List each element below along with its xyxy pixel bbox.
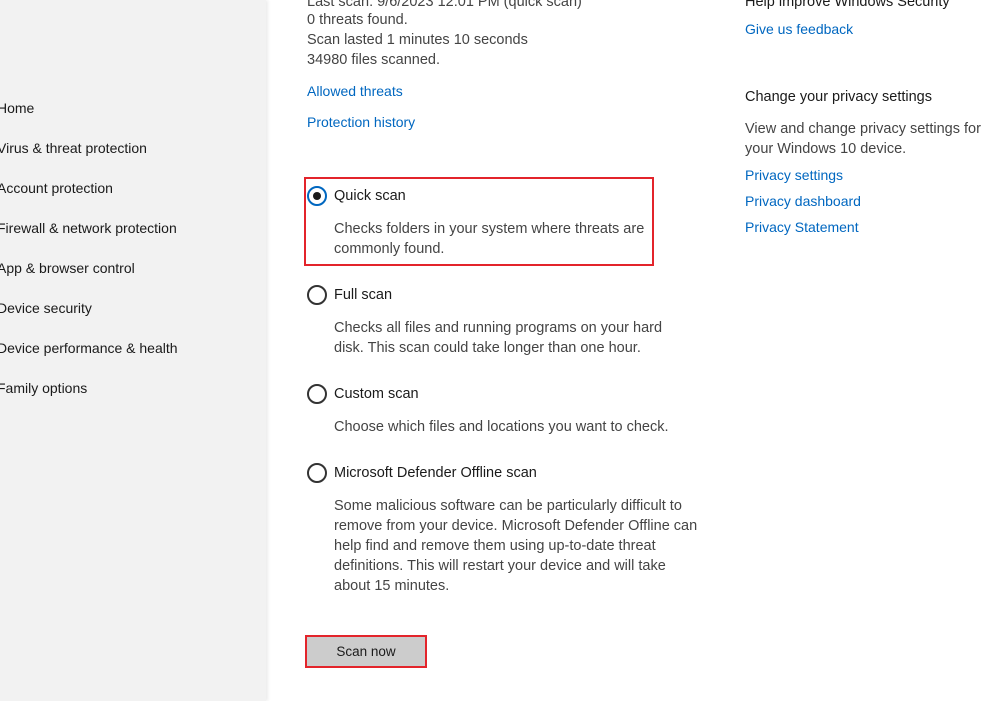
sidebar-item-family-options[interactable]: Family options <box>0 378 87 398</box>
privacy-description: View and change privacy settings for you… <box>745 121 981 157</box>
quick-scan-radio[interactable] <box>307 186 327 206</box>
sidebar-item-account-protection[interactable]: Account protection <box>0 178 113 198</box>
defender-offline-scan-description: Some malicious software can be particula… <box>334 498 698 594</box>
quick-scan-option[interactable]: Quick scan <box>307 185 406 207</box>
sidebar-item-app-browser[interactable]: App & browser control <box>0 258 135 278</box>
sidebar-item-device-security[interactable]: Device security <box>0 298 92 318</box>
protection-history-link[interactable]: Protection history <box>307 112 415 132</box>
sidebar-item-virus-threat-protection[interactable]: Virus & threat protection <box>0 138 147 158</box>
defender-offline-scan-radio[interactable] <box>307 463 327 483</box>
custom-scan-option[interactable]: Custom scan <box>307 383 419 405</box>
privacy-heading: Change your privacy settings <box>745 89 932 105</box>
sidebar-nav: Home Virus & threat protection Account p… <box>0 0 266 701</box>
privacy-statement-link[interactable]: Privacy Statement <box>745 217 859 237</box>
sidebar-item-device-performance[interactable]: Device performance & health <box>0 338 178 358</box>
privacy-dashboard-link[interactable]: Privacy dashboard <box>745 191 861 211</box>
give-feedback-link[interactable]: Give us feedback <box>745 19 853 39</box>
quick-scan-label: Quick scan <box>334 188 406 204</box>
sidebar-item-home[interactable]: Home <box>0 98 34 118</box>
custom-scan-label: Custom scan <box>334 386 419 402</box>
scan-now-button[interactable]: Scan now <box>307 637 425 666</box>
feedback-heading: Help improve Windows Security <box>745 0 950 10</box>
quick-scan-description: Checks folders in your system where thre… <box>334 221 645 257</box>
allowed-threats-link[interactable]: Allowed threats <box>307 81 403 101</box>
full-scan-option[interactable]: Full scan <box>307 284 392 306</box>
custom-scan-radio[interactable] <box>307 384 327 404</box>
custom-scan-description: Choose which files and locations you wan… <box>334 419 669 435</box>
privacy-settings-link[interactable]: Privacy settings <box>745 165 843 185</box>
full-scan-radio[interactable] <box>307 285 327 305</box>
defender-offline-scan-option[interactable]: Microsoft Defender Offline scan <box>307 462 537 484</box>
files-scanned-text: 34980 files scanned. <box>307 52 441 68</box>
full-scan-label: Full scan <box>334 287 393 303</box>
threats-found-text: 0 threats found. <box>307 12 408 28</box>
sidebar-item-firewall[interactable]: Firewall & network protection <box>0 218 177 238</box>
defender-offline-scan-label: Microsoft Defender Offline scan <box>334 465 537 481</box>
scan-duration-text: Scan lasted 1 minutes 10 seconds <box>307 32 528 48</box>
full-scan-description: Checks all files and running programs on… <box>334 320 663 356</box>
